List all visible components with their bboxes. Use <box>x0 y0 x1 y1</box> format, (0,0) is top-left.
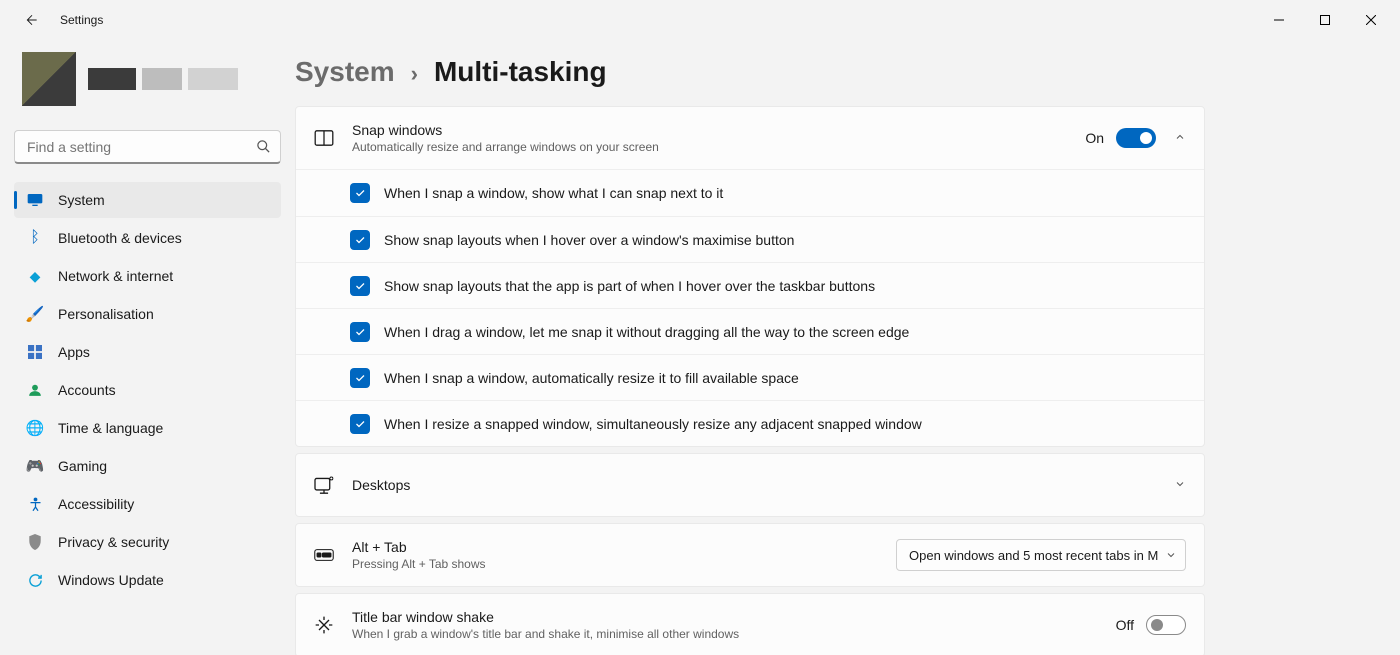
chevron-up-icon <box>1174 130 1186 146</box>
breadcrumb-current: Multi-tasking <box>434 56 607 88</box>
sidebar-item-label: Personalisation <box>58 306 154 322</box>
apps-icon <box>26 343 44 361</box>
network-icon: ◆ <box>26 267 44 285</box>
alt-tab-subtitle: Pressing Alt + Tab shows <box>352 557 486 571</box>
bluetooth-icon: ᛒ <box>26 229 44 247</box>
snap-option-label: When I resize a snapped window, simultan… <box>384 416 922 432</box>
alt-tab-icon <box>314 545 334 565</box>
snap-option-4[interactable]: When I snap a window, automatically resi… <box>296 354 1204 400</box>
snap-windows-toggle-label: On <box>1085 130 1104 146</box>
shake-icon <box>314 615 334 635</box>
checkbox[interactable] <box>350 368 370 388</box>
sidebar-item-privacy-security[interactable]: Privacy & security <box>14 524 281 560</box>
snap-option-3[interactable]: When I drag a window, let me snap it wit… <box>296 308 1204 354</box>
app-title: Settings <box>60 13 103 27</box>
sidebar-item-apps[interactable]: Apps <box>14 334 281 370</box>
sidebar: System ᛒ Bluetooth & devices ◆ Network & int… <box>0 40 295 655</box>
sidebar-item-label: Windows Update <box>58 572 164 588</box>
desktops-title: Desktops <box>352 477 410 493</box>
title-bar: Settings <box>0 0 1400 40</box>
sidebar-item-label: Network & internet <box>58 268 173 284</box>
snap-windows-card: Snap windows Automatically resize and ar… <box>295 106 1205 447</box>
title-bar-shake-card: Title bar window shake When I grab a win… <box>295 593 1205 655</box>
avatar <box>22 52 76 106</box>
snap-option-label: When I drag a window, let me snap it wit… <box>384 324 909 340</box>
sidebar-item-label: Bluetooth & devices <box>58 230 182 246</box>
title-bar-shake-title: Title bar window shake <box>352 609 739 625</box>
window-controls <box>1256 4 1394 36</box>
desktops-card[interactable]: Desktops <box>295 453 1205 517</box>
snap-option-5[interactable]: When I resize a snapped window, simultan… <box>296 400 1204 446</box>
checkbox[interactable] <box>350 230 370 250</box>
sidebar-item-personalisation[interactable]: 🖌️ Personalisation <box>14 296 281 332</box>
minimize-button[interactable] <box>1256 4 1302 36</box>
sidebar-item-label: Time & language <box>58 420 163 436</box>
snap-option-label: Show snap layouts when I hover over a wi… <box>384 232 794 248</box>
sidebar-item-time-language[interactable]: 🌐 Time & language <box>14 410 281 446</box>
snap-option-2[interactable]: Show snap layouts that the app is part o… <box>296 262 1204 308</box>
snap-windows-title: Snap windows <box>352 122 659 138</box>
breadcrumb: System › Multi-tasking <box>295 46 1205 106</box>
sidebar-item-label: Accounts <box>58 382 116 398</box>
search-input[interactable] <box>14 130 281 164</box>
time-icon: 🌐 <box>26 419 44 437</box>
accessibility-icon <box>26 495 44 513</box>
sidebar-item-system[interactable]: System <box>14 182 281 218</box>
checkbox[interactable] <box>350 322 370 342</box>
sidebar-item-network-internet[interactable]: ◆ Network & internet <box>14 258 281 294</box>
snap-windows-subtitle: Automatically resize and arrange windows… <box>352 140 659 154</box>
title-bar-shake-toggle[interactable] <box>1146 615 1186 635</box>
sidebar-item-label: Gaming <box>58 458 107 474</box>
breadcrumb-parent[interactable]: System <box>295 56 395 88</box>
sidebar-item-label: Apps <box>58 344 90 360</box>
alt-tab-selected: Open windows and 5 most recent tabs in M <box>909 548 1158 563</box>
checkbox[interactable] <box>350 414 370 434</box>
snap-option-label: Show snap layouts that the app is part o… <box>384 278 875 294</box>
snap-windows-toggle[interactable] <box>1116 128 1156 148</box>
privacy-icon <box>26 533 44 551</box>
desktops-icon <box>314 475 334 495</box>
snap-option-label: When I snap a window, show what I can sn… <box>384 185 723 201</box>
close-button[interactable] <box>1348 4 1394 36</box>
back-button[interactable] <box>16 4 48 36</box>
title-bar-shake-subtitle: When I grab a window's title bar and sha… <box>352 627 739 641</box>
snap-windows-header[interactable]: Snap windows Automatically resize and ar… <box>296 107 1204 169</box>
nav-list: System ᛒ Bluetooth & devices ◆ Network & int… <box>14 182 281 598</box>
sidebar-item-gaming[interactable]: 🎮 Gaming <box>14 448 281 484</box>
title-bar-shake-toggle-label: Off <box>1116 617 1134 633</box>
alt-tab-card: Alt + Tab Pressing Alt + Tab shows Open … <box>295 523 1205 587</box>
alt-tab-title: Alt + Tab <box>352 539 486 555</box>
accounts-icon <box>26 381 44 399</box>
sidebar-item-accessibility[interactable]: Accessibility <box>14 486 281 522</box>
maximize-button[interactable] <box>1302 4 1348 36</box>
sidebar-item-windows-update[interactable]: Windows Update <box>14 562 281 598</box>
checkbox[interactable] <box>350 183 370 203</box>
snap-option-0[interactable]: When I snap a window, show what I can sn… <box>296 170 1204 216</box>
snap-option-label: When I snap a window, automatically resi… <box>384 370 799 386</box>
chevron-right-icon: › <box>411 61 418 87</box>
snap-windows-options: When I snap a window, show what I can sn… <box>296 169 1204 446</box>
update-icon <box>26 571 44 589</box>
system-icon <box>26 191 44 209</box>
sidebar-item-bluetooth-devices[interactable]: ᛒ Bluetooth & devices <box>14 220 281 256</box>
account-block[interactable] <box>14 50 281 120</box>
sidebar-item-accounts[interactable]: Accounts <box>14 372 281 408</box>
sidebar-item-label: System <box>58 192 105 208</box>
main-content: System › Multi-tasking Snap windows Auto… <box>295 40 1400 655</box>
gaming-icon: 🎮 <box>26 457 44 475</box>
chevron-down-icon <box>1174 477 1186 493</box>
sidebar-item-label: Privacy & security <box>58 534 169 550</box>
personalisation-icon: 🖌️ <box>26 305 44 323</box>
sidebar-item-label: Accessibility <box>58 496 134 512</box>
alt-tab-dropdown[interactable]: Open windows and 5 most recent tabs in M <box>896 539 1186 571</box>
checkbox[interactable] <box>350 276 370 296</box>
search-icon <box>256 139 271 157</box>
snap-windows-icon <box>314 128 334 148</box>
chevron-down-icon <box>1165 549 1177 564</box>
snap-option-1[interactable]: Show snap layouts when I hover over a wi… <box>296 216 1204 262</box>
